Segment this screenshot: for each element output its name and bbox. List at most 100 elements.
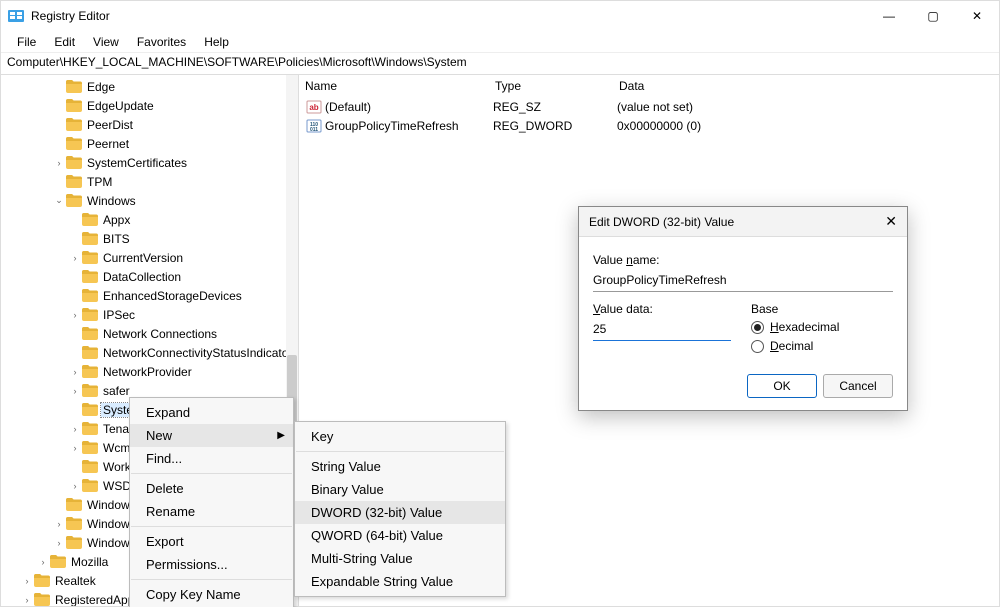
menubar: File Edit View Favorites Help	[1, 31, 999, 53]
expander-icon[interactable]: ⌄	[53, 195, 65, 206]
expander-icon[interactable]: ›	[69, 367, 81, 377]
tree-item-label: EdgeUpdate	[85, 99, 156, 113]
menu-item[interactable]: Permissions...	[130, 553, 293, 576]
menu-item[interactable]: New▶	[130, 424, 293, 447]
cancel-button[interactable]: Cancel	[823, 374, 893, 398]
radio-hexadecimal[interactable]: Hexadecimal	[751, 320, 893, 334]
tree-item-label: SystemCertificates	[85, 156, 189, 170]
expander-icon[interactable]: ›	[69, 481, 81, 491]
tree-item[interactable]: EnhancedStorageDevices	[1, 286, 298, 305]
menu-item[interactable]: Find...	[130, 447, 293, 470]
menu-file[interactable]: File	[9, 33, 44, 51]
menu-item[interactable]: DWORD (32-bit) Value	[295, 501, 505, 524]
folder-icon	[82, 479, 98, 493]
ok-button[interactable]: OK	[747, 374, 817, 398]
menu-item[interactable]: Binary Value	[295, 478, 505, 501]
tree-item-label: Peernet	[85, 137, 131, 151]
folder-icon	[66, 118, 82, 132]
folder-icon	[66, 99, 82, 113]
tree-item[interactable]: › SystemCertificates	[1, 153, 298, 172]
menu-separator	[131, 473, 292, 474]
folder-icon	[66, 80, 82, 94]
maximize-button[interactable]: ▢	[911, 1, 955, 31]
menu-favorites[interactable]: Favorites	[129, 33, 194, 51]
value-name-input[interactable]	[593, 271, 893, 292]
tree-item-label: Windows	[85, 194, 138, 208]
tree-item[interactable]: NetworkConnectivityStatusIndicator	[1, 343, 298, 362]
titlebar: Registry Editor — ▢ ✕	[1, 1, 999, 31]
menu-item[interactable]: Copy Key Name	[130, 583, 293, 606]
submenu-arrow-icon: ▶	[277, 430, 285, 441]
menu-item[interactable]: Expand	[130, 401, 293, 424]
column-header-data[interactable]: Data	[619, 79, 999, 93]
menu-item[interactable]: Key	[295, 425, 505, 448]
tree-item[interactable]: › CurrentVersion	[1, 248, 298, 267]
tree-item-label: Appx	[101, 213, 132, 227]
folder-icon	[66, 498, 82, 512]
minimize-button[interactable]: —	[867, 1, 911, 31]
expander-icon[interactable]: ›	[69, 310, 81, 320]
value-name-label: Value name:	[593, 253, 893, 267]
expander-icon[interactable]: ›	[53, 519, 65, 529]
menu-item[interactable]: Delete	[130, 477, 293, 500]
folder-icon	[82, 384, 98, 398]
expander-icon[interactable]: ›	[69, 386, 81, 396]
dialog-title: Edit DWORD (32-bit) Value	[589, 215, 734, 229]
tree-item[interactable]: ›IPSec	[1, 305, 298, 324]
column-header-type[interactable]: Type	[495, 79, 619, 93]
tree-item-label: DataCollection	[101, 270, 183, 284]
tree-item[interactable]: Network Connections	[1, 324, 298, 343]
tree-item-label: Realtek	[53, 574, 98, 588]
value-data-label: Value data:	[593, 302, 731, 316]
radio-decimal-icon	[751, 340, 764, 353]
app-icon	[7, 7, 25, 25]
tree-item[interactable]: Appx	[1, 210, 298, 229]
tree-item[interactable]: Peernet	[1, 134, 298, 153]
value-data-input[interactable]	[593, 320, 731, 341]
expander-icon[interactable]: ›	[37, 557, 49, 567]
list-row[interactable]: ab(Default)REG_SZ(value not set)	[299, 97, 999, 116]
menu-item[interactable]: QWORD (64-bit) Value	[295, 524, 505, 547]
expander-icon[interactable]: ›	[69, 424, 81, 434]
folder-icon	[82, 441, 98, 455]
folder-icon	[82, 308, 98, 322]
tree-item[interactable]: BITS	[1, 229, 298, 248]
menu-edit[interactable]: Edit	[46, 33, 83, 51]
folder-icon	[82, 213, 98, 227]
folder-icon	[50, 555, 66, 569]
tree-item-label: CurrentVersion	[101, 251, 185, 265]
menu-help[interactable]: Help	[196, 33, 237, 51]
menu-item[interactable]: String Value	[295, 455, 505, 478]
tree-item[interactable]: PeerDist	[1, 115, 298, 134]
list-row[interactable]: 110011GroupPolicyTimeRefreshREG_DWORD0x0…	[299, 116, 999, 135]
tree-item[interactable]: EdgeUpdate	[1, 96, 298, 115]
edit-dword-dialog: Edit DWORD (32-bit) Value ✕ Value name: …	[578, 206, 908, 411]
expander-icon[interactable]: ›	[21, 595, 33, 605]
close-button[interactable]: ✕	[955, 1, 999, 31]
expander-icon[interactable]: ›	[53, 158, 65, 168]
menu-item[interactable]: Expandable String Value	[295, 570, 505, 593]
expander-icon[interactable]: ›	[69, 443, 81, 453]
expander-icon[interactable]: ›	[69, 253, 81, 263]
cell-data: 0x00000000 (0)	[617, 119, 999, 133]
tree-item[interactable]: ⌄ Windows	[1, 191, 298, 210]
expander-icon[interactable]: ›	[53, 538, 65, 548]
context-menu-key: ExpandNew▶Find... DeleteRename ExportPermi…	[129, 397, 294, 607]
folder-icon	[82, 289, 98, 303]
tree-item[interactable]: DataCollection	[1, 267, 298, 286]
folder-icon	[66, 156, 82, 170]
tree-item[interactable]: Edge	[1, 77, 298, 96]
tree-item[interactable]: ›NetworkProvider	[1, 362, 298, 381]
menu-item[interactable]: Rename	[130, 500, 293, 523]
column-header-name[interactable]: Name	[305, 79, 495, 93]
radio-decimal[interactable]: Decimal	[751, 339, 893, 353]
address-bar[interactable]: Computer\HKEY_LOCAL_MACHINE\SOFTWARE\Pol…	[1, 53, 999, 75]
tree-item[interactable]: TPM	[1, 172, 298, 191]
expander-icon[interactable]: ›	[21, 576, 33, 586]
menu-item[interactable]: Export	[130, 530, 293, 553]
menu-item[interactable]: Multi-String Value	[295, 547, 505, 570]
tree-item-label: TPM	[85, 175, 114, 189]
menu-view[interactable]: View	[85, 33, 127, 51]
dialog-close-button[interactable]: ✕	[885, 213, 897, 230]
tree-item-label: Mozilla	[69, 555, 110, 569]
